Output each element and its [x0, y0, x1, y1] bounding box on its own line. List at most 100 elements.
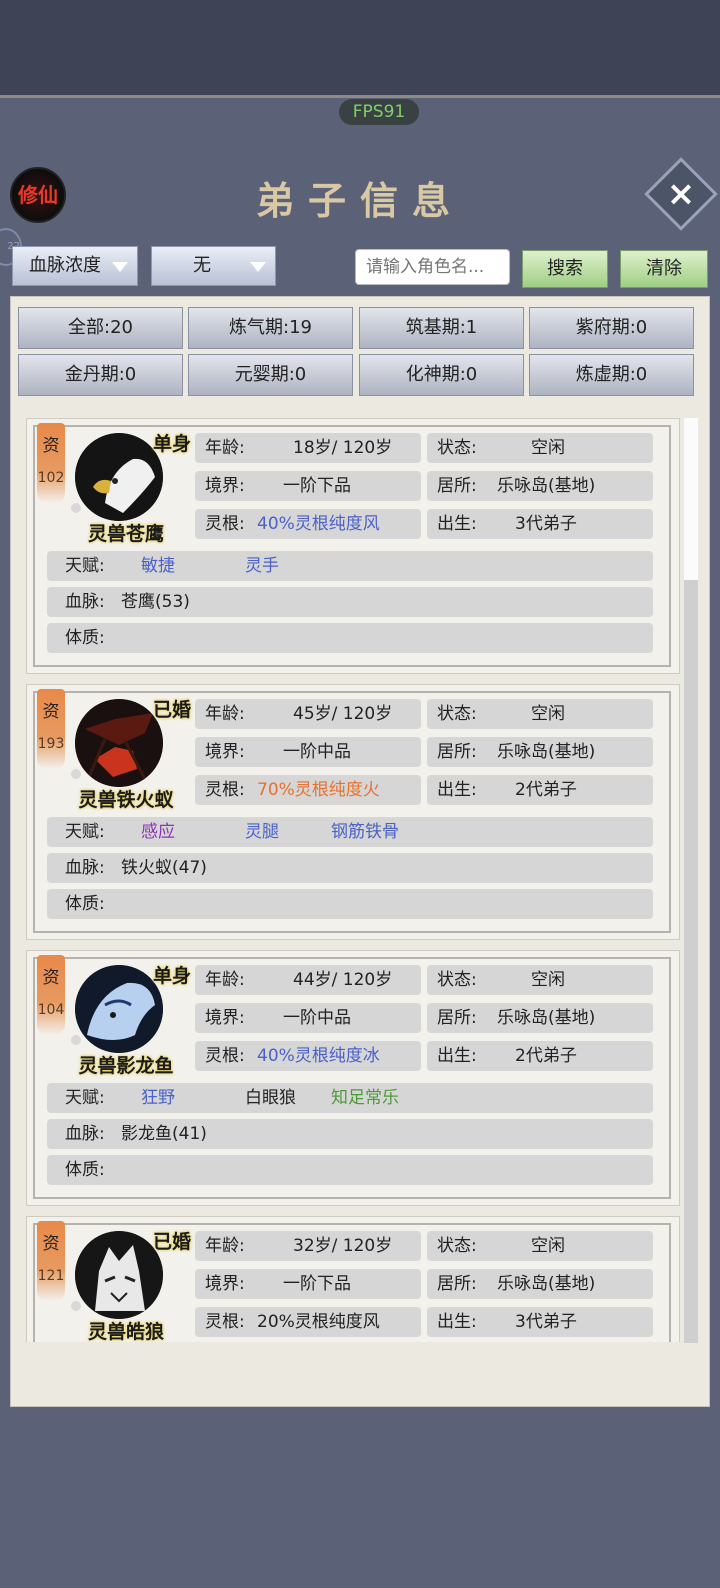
- disciple-list[interactable]: 资 102 单身 灵兽苍鹰 年龄: 18岁/ 120岁 状态: 空闲 境界: 一…: [16, 406, 704, 1342]
- age-cell: 年龄: 32岁/ 120岁: [195, 1231, 421, 1261]
- realm-filter-1[interactable]: 炼气期:19: [188, 307, 353, 349]
- disciple-name: 灵兽苍鹰: [87, 523, 164, 545]
- disciple-card[interactable]: 资 104 单身 灵兽影龙鱼 年龄: 44岁/ 120岁 状态: 空闲 境界: …: [26, 950, 680, 1206]
- birth-label: 出生:: [437, 780, 477, 800]
- state-label: 状态:: [437, 438, 477, 458]
- birth-cell: 出生: 2代弟子: [427, 1041, 653, 1071]
- talent-row: 天赋: 狂野 白眼狼 知足常乐: [47, 1083, 653, 1113]
- clear-button[interactable]: 清除: [620, 250, 708, 288]
- ant-portrait[interactable]: [75, 699, 163, 787]
- root-label: 灵根:: [205, 514, 245, 534]
- disciple-card[interactable]: 资 193 已婚 灵兽铁火蚁 年龄: 45岁/ 120岁 状态: 空闲 境界: …: [26, 684, 680, 940]
- talent-label: 天赋:: [65, 1088, 105, 1108]
- talent-value: 知足常乐: [331, 1088, 399, 1108]
- age-cell: 年龄: 18岁/ 120岁: [195, 433, 421, 463]
- state-value: 空闲: [531, 970, 565, 990]
- eagle-portrait[interactable]: [75, 433, 163, 521]
- root-cell: 灵根: 70%灵根纯度火: [195, 775, 421, 805]
- page-title: 弟子信息: [255, 178, 464, 223]
- state-cell: 状态: 空闲: [427, 1231, 653, 1261]
- top-band: [0, 0, 720, 98]
- realm-filter-4[interactable]: 金丹期:0: [18, 354, 183, 396]
- aptitude-label: 资: [42, 436, 60, 456]
- age-cell: 年龄: 45岁/ 120岁: [195, 699, 421, 729]
- chevron-down-icon: [112, 262, 128, 272]
- state-cell: 状态: 空闲: [427, 699, 653, 729]
- talent-value: 钢筋铁骨: [331, 822, 399, 842]
- realm-value: 一阶中品: [283, 1008, 351, 1028]
- card-frame: 资 104 单身 灵兽影龙鱼 年龄: 44岁/ 120岁 状态: 空闲 境界: …: [33, 955, 671, 1199]
- age-label: 年龄:: [205, 1236, 245, 1256]
- bloodline-row: 血脉: 影龙鱼(41): [47, 1119, 653, 1149]
- list-scrollbar[interactable]: [684, 418, 698, 1343]
- root-cell: 灵根: 20%灵根纯度风: [195, 1307, 421, 1337]
- residence-label: 居所:: [437, 1274, 477, 1294]
- aptitude-label: 资: [42, 702, 60, 722]
- search-input[interactable]: [355, 249, 510, 285]
- type-dropdown-label: 无: [193, 255, 211, 276]
- physique-label: 体质:: [65, 1160, 105, 1180]
- residence-cell: 居所: 乐咏岛(基地): [427, 1269, 653, 1299]
- birth-label: 出生:: [437, 514, 477, 534]
- birth-cell: 出生: 3代弟子: [427, 1307, 653, 1337]
- bloodline-label: 血脉:: [65, 858, 105, 878]
- physique-row: 体质:: [47, 889, 653, 919]
- talent-value: 白眼狼: [245, 1088, 296, 1108]
- talent-row: 天赋: 感应 灵腿 钢筋铁骨: [47, 817, 653, 847]
- realm-value: 一阶下品: [283, 476, 351, 496]
- age-value: 44岁/ 120岁: [293, 970, 393, 990]
- root-label: 灵根:: [205, 1046, 245, 1066]
- root-cell: 灵根: 40%灵根纯度风: [195, 509, 421, 539]
- state-value: 空闲: [531, 704, 565, 724]
- residence-label: 居所:: [437, 742, 477, 762]
- aptitude-label: 资: [42, 968, 60, 988]
- status-dot: [71, 1301, 81, 1311]
- physique-row: 体质:: [47, 623, 653, 653]
- close-icon: ×: [666, 174, 696, 214]
- talent-label: 天赋:: [65, 822, 105, 842]
- dragon-portrait[interactable]: [75, 965, 163, 1053]
- search-button[interactable]: 搜索: [522, 250, 608, 288]
- realm-cell: 境界: 一阶中品: [195, 1003, 421, 1033]
- aptitude-badge: 资 121: [37, 1221, 65, 1301]
- root-value: 70%灵根纯度火: [257, 780, 380, 800]
- state-value: 空闲: [531, 1236, 565, 1256]
- talent-label: 天赋:: [65, 556, 105, 576]
- realm-value: 一阶下品: [283, 1274, 351, 1294]
- realm-cell: 境界: 一阶下品: [195, 1269, 421, 1299]
- age-label: 年龄:: [205, 970, 245, 990]
- realm-filter-2[interactable]: 筑基期:1: [359, 307, 524, 349]
- physique-row: 体质:: [47, 1155, 653, 1185]
- bloodline-row: 血脉: 苍鹰(53): [47, 587, 653, 617]
- realm-label: 境界:: [205, 742, 245, 762]
- marital-tag: 单身: [153, 433, 192, 455]
- realm-filter-7[interactable]: 炼虚期:0: [529, 354, 694, 396]
- birth-cell: 出生: 2代弟子: [427, 775, 653, 805]
- disciple-name: 灵兽皓狼: [87, 1321, 164, 1342]
- wolf-portrait[interactable]: [75, 1231, 163, 1319]
- disciple-card[interactable]: 资 102 单身 灵兽苍鹰 年龄: 18岁/ 120岁 状态: 空闲 境界: 一…: [26, 418, 680, 674]
- realm-label: 境界:: [205, 1274, 245, 1294]
- bloodline-label: 血脉:: [65, 1124, 105, 1144]
- birth-cell: 出生: 3代弟子: [427, 509, 653, 539]
- chevron-down-icon: [250, 262, 266, 272]
- age-value: 18岁/ 120岁: [293, 438, 393, 458]
- talent-value: 感应: [141, 822, 175, 842]
- realm-filter-5[interactable]: 元婴期:0: [188, 354, 353, 396]
- talent-row: 天赋: 敏捷 灵手: [47, 551, 653, 581]
- root-value: 20%灵根纯度风: [257, 1312, 380, 1332]
- talent-value: 灵手: [245, 556, 279, 576]
- scrollbar-thumb[interactable]: [684, 418, 698, 580]
- disciple-card[interactable]: 资 121 已婚 灵兽皓狼 年龄: 32岁/ 120岁 状态: 空闲 境界: 一…: [26, 1216, 680, 1342]
- residence-value: 乐咏岛(基地): [497, 1274, 596, 1294]
- card-frame: 资 121 已婚 灵兽皓狼 年龄: 32岁/ 120岁 状态: 空闲 境界: 一…: [33, 1221, 671, 1342]
- state-cell: 状态: 空闲: [427, 965, 653, 995]
- realm-filter-3[interactable]: 紫府期:0: [529, 307, 694, 349]
- realm-filter-0[interactable]: 全部:20: [18, 307, 183, 349]
- realm-filter-6[interactable]: 化神期:0: [359, 354, 524, 396]
- sort-dropdown[interactable]: 血脉浓度: [12, 246, 138, 286]
- type-dropdown[interactable]: 无: [151, 246, 276, 286]
- state-label: 状态:: [437, 1236, 477, 1256]
- birth-value: 3代弟子: [515, 514, 577, 534]
- physique-label: 体质:: [65, 628, 105, 648]
